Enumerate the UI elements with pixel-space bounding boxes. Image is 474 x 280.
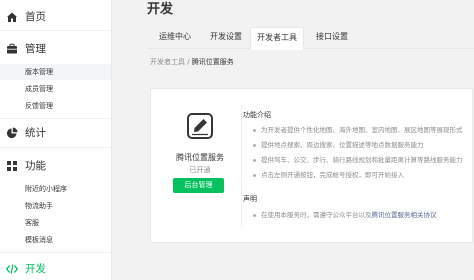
feature-text: 为开发者提供个性化地图、海外地图、室内地图、展区地图等展现形式 <box>261 126 463 134</box>
sidebar: 首页 管理 版本管理 成员管理 反馈管理 统计 功能 附近的小程序 物流助手 客… <box>0 0 112 280</box>
bullet-dot <box>253 214 256 217</box>
feature-text: 点击左侧开通按钮，完成帐号授权，即可开始接入 <box>261 171 404 179</box>
sidebar-subitem-label: 模板消息 <box>25 236 53 244</box>
pie-chart-icon <box>6 127 18 139</box>
tab-ops-center[interactable]: 运维中心 <box>153 27 197 49</box>
sidebar-subitem-version[interactable]: 版本管理 <box>0 64 111 80</box>
sidebar-divider <box>0 30 111 31</box>
feature-text: 提供驾车、公交、步行、骑行路线规划和批量距离计算等路线服务能力 <box>261 156 463 164</box>
feature-item: 提供驾车、公交、步行、骑行路线规划和批量距离计算等路线服务能力 <box>243 154 468 168</box>
bullet-dot <box>253 129 256 132</box>
sidebar-item-label[interactable]: 统计 <box>25 126 46 140</box>
sidebar-divider <box>0 147 111 148</box>
notice-title: 声明 <box>243 195 257 203</box>
breadcrumb: 开发者工具 / 腾讯位置服务 <box>150 57 234 67</box>
feature-text: 提供地点搜索、周边搜索、位置描述等地点数据服务能力 <box>261 141 424 149</box>
sidebar-subitem-label: 反馈管理 <box>25 102 53 110</box>
sidebar-subitem-members[interactable]: 成员管理 <box>0 81 111 97</box>
sidebar-item-manage[interactable]: 管理 <box>0 40 111 58</box>
service-card: 腾讯位置服务 已开通 后台管理 功能介绍 为开发者提供个性化地图、海外地图、室内… <box>150 88 473 243</box>
sidebar-subitem-label: 成员管理 <box>25 85 53 93</box>
bullet-dot <box>253 144 256 147</box>
code-icon <box>6 264 18 274</box>
sidebar-item-home[interactable]: 首页 <box>0 8 111 26</box>
service-name: 腾讯位置服务 <box>176 153 224 162</box>
sidebar-divider <box>0 118 111 119</box>
sidebar-subitem-logistics[interactable]: 物流助手 <box>0 198 111 214</box>
sidebar-subitem-label: 物流助手 <box>25 202 53 210</box>
home-icon <box>7 12 17 22</box>
sidebar-divider <box>0 252 111 253</box>
agreement-link[interactable]: 腾讯位置服务相关协议 <box>372 211 437 219</box>
bullet-dot <box>253 159 256 162</box>
sidebar-item-dev[interactable]: 开发 <box>0 260 111 278</box>
admin-manage-button[interactable]: 后台管理 <box>173 178 224 193</box>
sidebar-item-stats[interactable]: 统计 <box>0 124 111 142</box>
card-divider <box>241 105 242 227</box>
sidebar-item-label: 开发 <box>25 263 46 275</box>
sidebar-subitem-customer-service[interactable]: 客服 <box>0 215 111 231</box>
service-status: 已开通 <box>189 166 211 174</box>
feature-intro-title: 功能介绍 <box>243 111 271 119</box>
sidebar-subitem-label: 客服 <box>25 219 39 227</box>
feature-item: 为开发者提供个性化地图、海外地图、室内地图、展区地图等展现形式 <box>243 124 468 138</box>
grid-icon <box>7 161 17 171</box>
tab-bar: 运维中心 开发设置 开发者工具 接口设置 <box>147 27 474 50</box>
notice-body: 在使用本服务时，需遵守公众平台以及 <box>261 211 372 219</box>
briefcase-icon <box>7 43 17 54</box>
sidebar-item-label: 管理 <box>25 43 46 55</box>
notice-text: 在使用本服务时，需遵守公众平台以及腾讯位置服务相关协议 <box>261 210 437 220</box>
breadcrumb-current: 腾讯位置服务 <box>191 58 234 66</box>
feature-item: 提供地点搜索、周边搜索、位置描述等地点数据服务能力 <box>243 139 468 153</box>
tab-api-settings[interactable]: 接口设置 <box>310 27 354 49</box>
sidebar-subitem-template-message[interactable]: 模板消息 <box>0 232 111 248</box>
breadcrumb-separator: / <box>185 58 192 66</box>
sidebar-item-label: 功能 <box>25 160 46 172</box>
sidebar-subitem-label: 版本管理 <box>25 68 53 76</box>
tab-dev-settings[interactable]: 开发设置 <box>204 27 248 49</box>
sidebar-item-features[interactable]: 功能 <box>0 157 111 175</box>
sidebar-item-label: 首页 <box>25 11 46 23</box>
page-title: 开发 <box>147 2 174 17</box>
sidebar-subitem-feedback[interactable]: 反馈管理 <box>0 98 111 114</box>
breadcrumb-parent[interactable]: 开发者工具 <box>150 58 185 66</box>
map-pen-icon <box>187 113 213 139</box>
sidebar-subitem-nearby[interactable]: 附近的小程序 <box>0 181 111 197</box>
sidebar-subitem-label: 附近的小程序 <box>25 185 67 193</box>
feature-item: 点击左侧开通按钮，完成帐号授权，即可开始接入 <box>243 169 468 183</box>
notice-item: 在使用本服务时，需遵守公众平台以及腾讯位置服务相关协议 <box>243 210 468 222</box>
tab-dev-tools[interactable]: 开发者工具 <box>250 27 304 50</box>
bullet-dot <box>253 174 256 177</box>
